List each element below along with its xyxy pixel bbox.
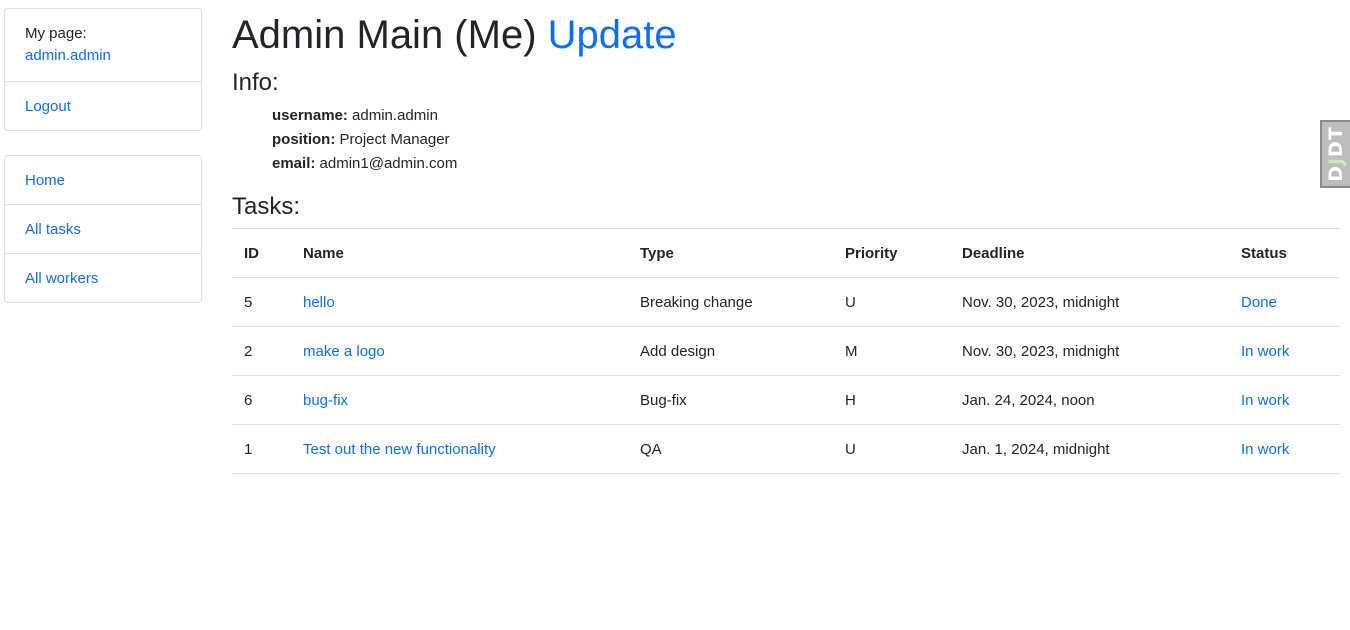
task-status-link[interactable]: In work [1241, 441, 1289, 458]
info-list: username: admin.admin position: Project … [272, 104, 1340, 176]
logo-letter-d: D [1325, 165, 1347, 182]
my-page-item: My page: admin.admin [5, 9, 201, 82]
debug-toolbar-logo: DJDT [1325, 126, 1347, 182]
task-name-link[interactable]: hello [303, 294, 335, 311]
debug-toolbar-handle[interactable]: DJDT [1320, 120, 1350, 188]
my-page-user-link[interactable]: admin.admin [25, 45, 181, 67]
task-id: 1 [232, 424, 291, 474]
task-priority: U [833, 424, 950, 474]
username-label: username: [272, 107, 348, 124]
task-priority: U [833, 277, 950, 327]
column-header-id: ID [232, 228, 291, 278]
position-value: Project Manager [339, 131, 450, 148]
task-type: Add design [628, 326, 833, 376]
info-email: email: admin1@admin.com [272, 152, 1340, 176]
column-header-deadline: Deadline [950, 228, 1229, 278]
logout-link[interactable]: Logout [25, 98, 181, 115]
sidebar-item-home: Home [5, 156, 201, 205]
email-label: email: [272, 155, 316, 172]
home-link[interactable]: Home [25, 172, 181, 189]
task-status-cell: Done [1229, 277, 1340, 327]
table-row: 5 hello Breaking change U Nov. 30, 2023,… [232, 277, 1340, 327]
email-value: admin1@admin.com [319, 155, 458, 172]
sidebar: My page: admin.admin Logout Home All tas… [4, 8, 202, 327]
my-page-label: My page: [25, 25, 87, 42]
all-tasks-link[interactable]: All tasks [25, 221, 181, 238]
tasks-heading: Tasks: [232, 193, 301, 220]
task-status-cell: In work [1229, 424, 1340, 474]
sidebar-item-all-tasks: All tasks [5, 205, 201, 254]
sidebar-item-all-workers: All workers [5, 254, 201, 302]
position-label: position: [272, 131, 336, 148]
task-status-link[interactable]: In work [1241, 392, 1289, 409]
task-name-cell: make a logo [291, 326, 628, 376]
task-type: QA [628, 424, 833, 474]
task-id: 2 [232, 326, 291, 376]
task-id: 5 [232, 277, 291, 327]
all-workers-link[interactable]: All workers [25, 270, 181, 287]
table-header-row: ID Name Type Priority Deadline Status [232, 228, 1340, 278]
task-deadline: Nov. 30, 2023, midnight [950, 277, 1229, 327]
table-row: 1 Test out the new functionality QA U Ja… [232, 424, 1340, 474]
account-panel: My page: admin.admin Logout [4, 8, 202, 131]
task-status-cell: In work [1229, 326, 1340, 376]
info-heading: Info: [232, 69, 279, 96]
task-deadline: Jan. 24, 2024, noon [950, 375, 1229, 425]
column-header-name: Name [291, 228, 628, 278]
nav-panel: Home All tasks All workers [4, 155, 202, 303]
tasks-table: ID Name Type Priority Deadline Status 5 … [232, 228, 1340, 474]
username-value: admin.admin [352, 107, 438, 124]
column-header-priority: Priority [833, 228, 950, 278]
task-priority: H [833, 375, 950, 425]
page-title-text: Admin Main (Me) [232, 13, 537, 57]
task-name-link[interactable]: make a logo [303, 343, 385, 360]
table-row: 2 make a logo Add design M Nov. 30, 2023… [232, 326, 1340, 376]
page-title: Admin Main (Me) Update [232, 12, 1340, 58]
task-status-link[interactable]: In work [1241, 343, 1289, 360]
logo-letters-dt: DT [1325, 126, 1347, 157]
task-status-cell: In work [1229, 375, 1340, 425]
task-name-link[interactable]: Test out the new functionality [303, 441, 496, 458]
task-type: Bug-fix [628, 375, 833, 425]
task-type: Breaking change [628, 277, 833, 327]
task-name-cell: Test out the new functionality [291, 424, 628, 474]
task-name-link[interactable]: bug-fix [303, 392, 348, 409]
task-name-cell: hello [291, 277, 628, 327]
task-name-cell: bug-fix [291, 375, 628, 425]
column-header-status: Status [1229, 228, 1340, 278]
logout-item: Logout [5, 82, 201, 130]
update-link[interactable]: Update [548, 13, 677, 57]
task-id: 6 [232, 375, 291, 425]
column-header-type: Type [628, 228, 833, 278]
main-content: Admin Main (Me) Update Info: username: a… [232, 0, 1340, 474]
info-position: position: Project Manager [272, 128, 1340, 152]
task-deadline: Jan. 1, 2024, midnight [950, 424, 1229, 474]
info-username: username: admin.admin [272, 104, 1340, 128]
task-deadline: Nov. 30, 2023, midnight [950, 326, 1229, 376]
task-priority: M [833, 326, 950, 376]
task-status-link[interactable]: Done [1241, 294, 1277, 311]
table-row: 6 bug-fix Bug-fix H Jan. 24, 2024, noon … [232, 375, 1340, 425]
logo-letter-j: J [1325, 156, 1347, 166]
